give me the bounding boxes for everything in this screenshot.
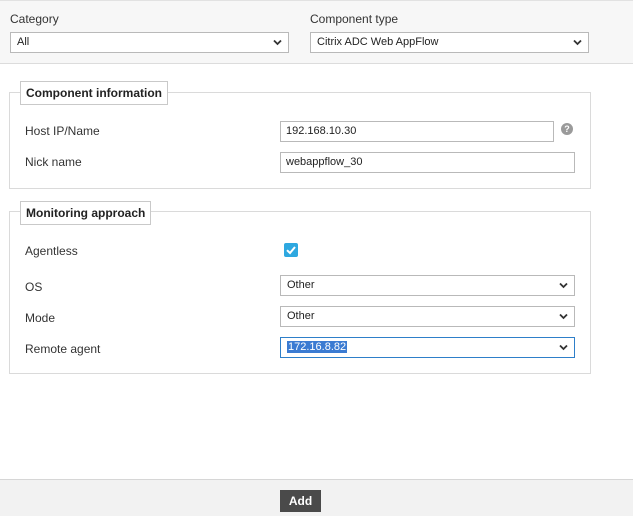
host-label: Host IP/Name [25,124,100,138]
component-type-select[interactable]: Citrix ADC Web AppFlow [310,32,589,53]
os-select[interactable]: Other [280,275,575,296]
nick-name-value: webappflow_30 [286,156,363,168]
host-value: 192.168.10.30 [286,125,357,137]
add-button[interactable]: Add [280,490,321,512]
remote-agent-select[interactable]: 172.16.8.82 [280,337,575,358]
monitoring-approach-legend: Monitoring approach [20,201,152,225]
nick-name-input[interactable]: webappflow_30 [280,152,575,173]
remote-agent-label: Remote agent [25,342,101,356]
host-input[interactable]: 192.168.10.30 [280,121,554,142]
nick-name-label: Nick name [25,155,82,169]
component-type-label: Component type [310,12,399,26]
remote-agent-value: 172.16.8.82 [287,341,348,353]
category-label: Category [10,12,59,26]
os-label: OS [25,280,43,294]
help-icon[interactable]: ? [561,123,573,135]
mode-value: Other [287,310,315,322]
checkmark-icon [286,246,296,255]
os-value: Other [287,279,315,291]
category-value: All [17,36,30,48]
chevron-down-icon [573,39,582,46]
mode-label: Mode [25,311,56,325]
component-information-legend: Component information [20,81,168,105]
chevron-down-icon [273,39,282,46]
chevron-down-icon [559,313,568,320]
agentless-checkbox[interactable] [284,243,298,257]
mode-select[interactable]: Other [280,306,575,327]
category-select[interactable]: All [10,32,289,53]
component-type-value: Citrix ADC Web AppFlow [317,36,439,48]
chevron-down-icon [559,344,568,351]
agentless-label: Agentless [25,244,78,258]
chevron-down-icon [559,282,568,289]
